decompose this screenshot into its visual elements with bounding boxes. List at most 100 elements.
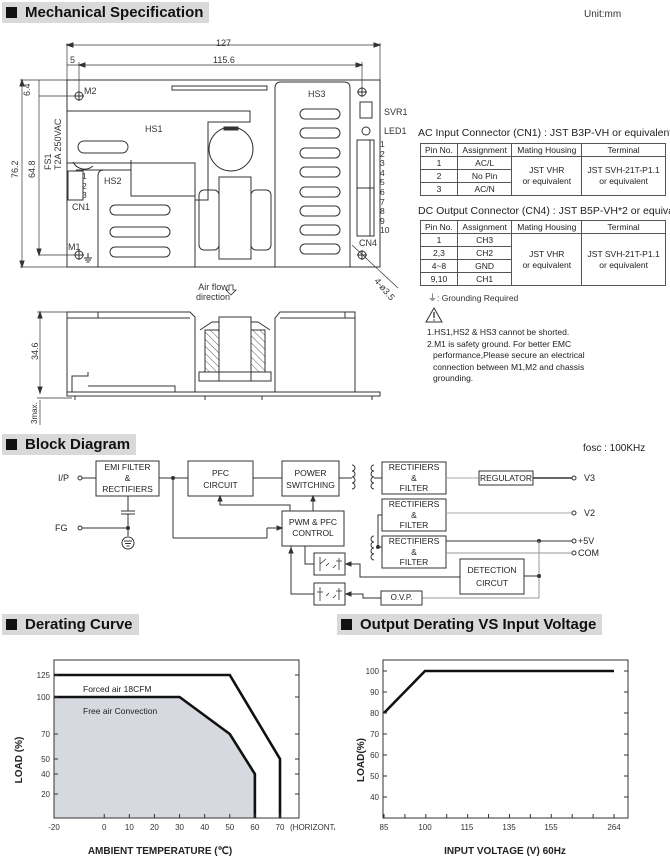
pin-cell: 1 [420,156,458,170]
block-line: & [411,509,417,520]
terminal-cell: JST SVH-21T-P1.1 or equivalent [581,156,666,196]
housing-cell: JST VHR or equivalent [511,156,583,196]
terminal-line: JST SVH-21T-P1.1 [587,165,660,175]
block-power-switching: POWER SWITCHING [282,467,339,491]
output-5v: +5V [578,536,595,546]
y-tick-label: 50 [370,772,379,781]
fosc-label: fosc : 100KHz [583,443,646,454]
table-header: Pin No. [420,143,458,157]
dc-connector-table: Pin No. Assignment Mating Housing Termin… [420,220,666,286]
pin-cell: 2 [420,169,458,183]
y-axis-label: LOAD(%) [356,738,367,782]
pin-cell: 2,3 [420,246,458,260]
block-line: RECTIFIERS [388,536,440,546]
section-title-text: Derating Curve [25,616,133,633]
block-line: & [124,473,131,483]
airflow-label: Air flow direction [196,282,230,302]
x-note: (HORIZONTAL) [290,823,335,832]
output-com: COM [578,548,599,558]
block-line: POWER [294,468,327,478]
label-svr1: SVR1 [384,107,408,117]
pin-cell: 3 [420,182,458,196]
x-tick-label: 0 [102,823,107,832]
x-axis-label: INPUT VOLTAGE (V) 60Hz [444,846,566,857]
pin-cell: 9,10 [420,272,458,286]
block-line: RECTIFIERS [388,462,440,472]
x-tick-label: 135 [502,823,516,832]
x-tick-label: 100 [418,823,432,832]
input-fg-label: FG [55,523,68,533]
block-ovp: O.V.P. [390,593,413,602]
x-tick-label: 70 [276,823,285,832]
block-line: CIRCUT [475,578,509,588]
table-header: Assignment [456,220,513,234]
label-m2: M2 [84,86,97,96]
block-pfc-circuit: PFC CIRCUIT [188,467,253,491]
section-title-derating: Derating Curve [2,614,139,635]
input-ip-label: I/P [58,473,70,483]
table-header: Terminal [581,220,666,234]
x-axis-label: AMBIENT TEMPERATURE (℃) [88,846,232,857]
assignment-cell: CH3 [456,233,513,247]
note-item: performance,Please secure an electrical [433,350,585,360]
block-detection-circuit: DETECTION CIRCUT [460,564,524,590]
block-line: PFC [212,468,229,478]
x-tick-label: 30 [175,823,184,832]
block-line: FILTER [399,483,429,493]
table-header: Pin No. [420,220,458,234]
assignment-cell: AC/L [456,156,513,170]
cn1-pin-list: 1 2 3 [82,171,87,201]
y-tick-label: 80 [370,709,379,718]
block-line: EMI FILTER [104,462,151,472]
plot-frame [382,659,629,819]
ip-terminal [77,475,83,481]
label-hs1: HS1 [145,124,163,134]
airflow-direction-text: direction [196,292,231,302]
table-header: Mating Housing [511,220,583,234]
y-tick-label: 70 [370,730,379,739]
housing-line: or equivalent [522,176,572,186]
terminal-line: or equivalent [599,259,648,270]
section-title-mechanical: Mechanical Specification [2,2,210,23]
warning-icon [425,307,443,323]
y-tick-label: 20 [41,790,50,799]
note-item: 1.HS1,HS2 & HS3 cannot be shorted. [427,327,570,337]
pin-cell: 1 [420,233,458,247]
ac-connector-table: Pin No. Assignment Mating Housing Termin… [420,143,666,196]
y-tick-label: 100 [366,667,380,676]
grounding-note-text: : Grounding Required [437,293,519,303]
airflow-text: Air flow [198,282,228,292]
bullet-square-icon [6,439,17,450]
section-title-text: Mechanical Specification [25,4,204,21]
block-line: FILTER [399,520,429,530]
x-tick-label: 155 [544,823,558,832]
output-v2: V2 [584,508,596,518]
unit-label: Unit:mm [584,9,622,20]
y-tick-label: 70 [41,730,50,739]
output-derating-chart: 40 50 60 70 80 90 100 85 100 115 135 155 264 INPUT VO… [356,659,629,857]
load-line [383,669,614,714]
table-row: 1 CH3 JST VHR or equivalent JST SVH-21T-P… [420,233,666,286]
section-title-text: Block Diagram [25,436,131,453]
assignment-cell: GND [456,259,513,273]
label-hs3: HS3 [308,89,326,99]
block-line: RECTIFIERS [102,484,153,494]
block-rectifiers-1: RECTIFIERS & FILTER [382,462,446,494]
output-v3: V3 [584,473,596,483]
x-tick-label: 115 [461,823,474,832]
note-item: grounding. [433,373,474,383]
x-tick-label: 85 [380,823,389,832]
terminal-cell: JST SVH-21T-P1.1 or equivalent [581,233,666,286]
table-header: Terminal [581,143,666,157]
block-pwm-pfc-control: PWM & PFC CONTROL [282,517,344,539]
bullet-square-icon [6,619,17,630]
optocoupler-2 [313,582,346,606]
cn4-pin: 10 [380,225,390,236]
dc-connector-title: DC Output Connector (CN4) : JST B5P-VH*2… [418,205,670,217]
block-line: RECTIFIERS [388,499,440,509]
assignment-cell: AC/N [456,182,513,196]
section-title-output-derating: Output Derating VS Input Voltage [337,614,603,635]
grounding-note: ⏚: Grounding Required [428,291,518,304]
mechanical-drawing [19,42,399,425]
block-line: FILTER [399,557,429,567]
